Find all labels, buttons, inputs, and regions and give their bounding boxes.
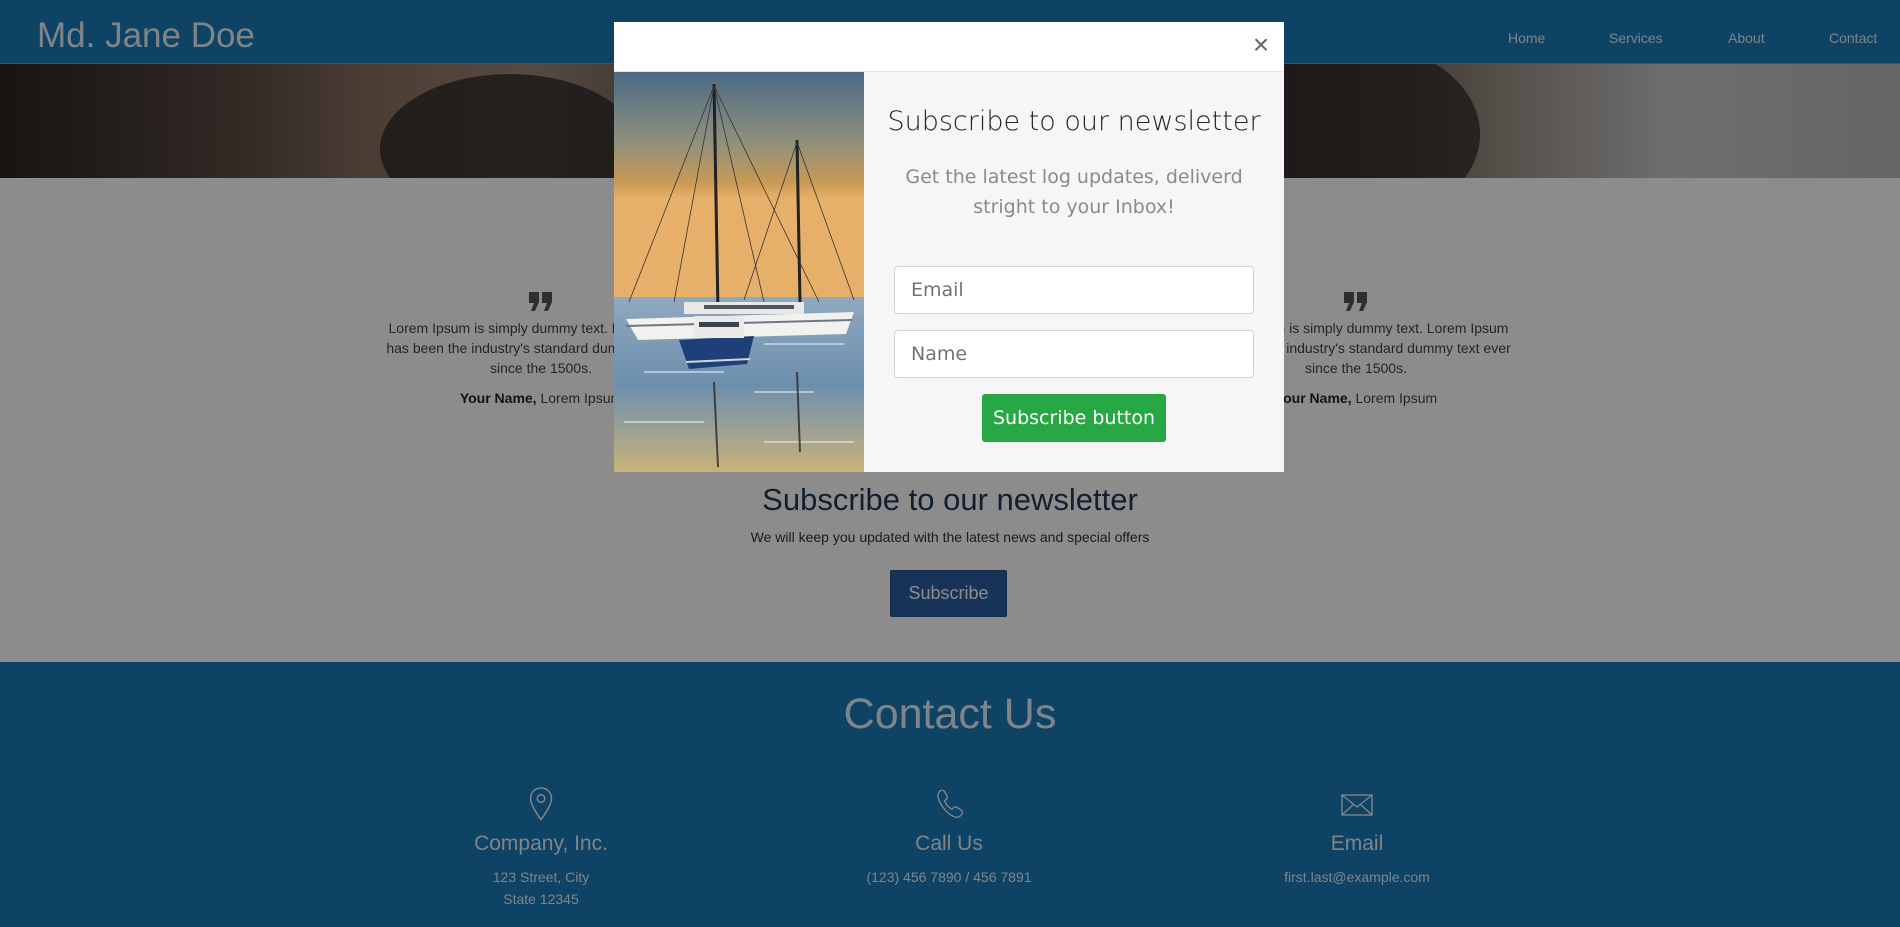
- name-field[interactable]: [894, 330, 1254, 378]
- sailboats-photo: [614, 72, 864, 472]
- modal-title: Subscribe to our newsletter: [887, 106, 1261, 137]
- subscribe-modal-button[interactable]: Subscribe button: [982, 394, 1166, 442]
- email-field[interactable]: [894, 266, 1254, 314]
- modal-header: ×: [614, 22, 1284, 72]
- newsletter-modal: × Subscribe to our newsletter Get the la…: [614, 22, 1284, 472]
- close-icon[interactable]: ×: [1248, 31, 1274, 59]
- modal-body: Subscribe to our newsletter Get the late…: [864, 72, 1284, 472]
- modal-subtitle: Get the latest log updates, deliverd str…: [905, 166, 1243, 218]
